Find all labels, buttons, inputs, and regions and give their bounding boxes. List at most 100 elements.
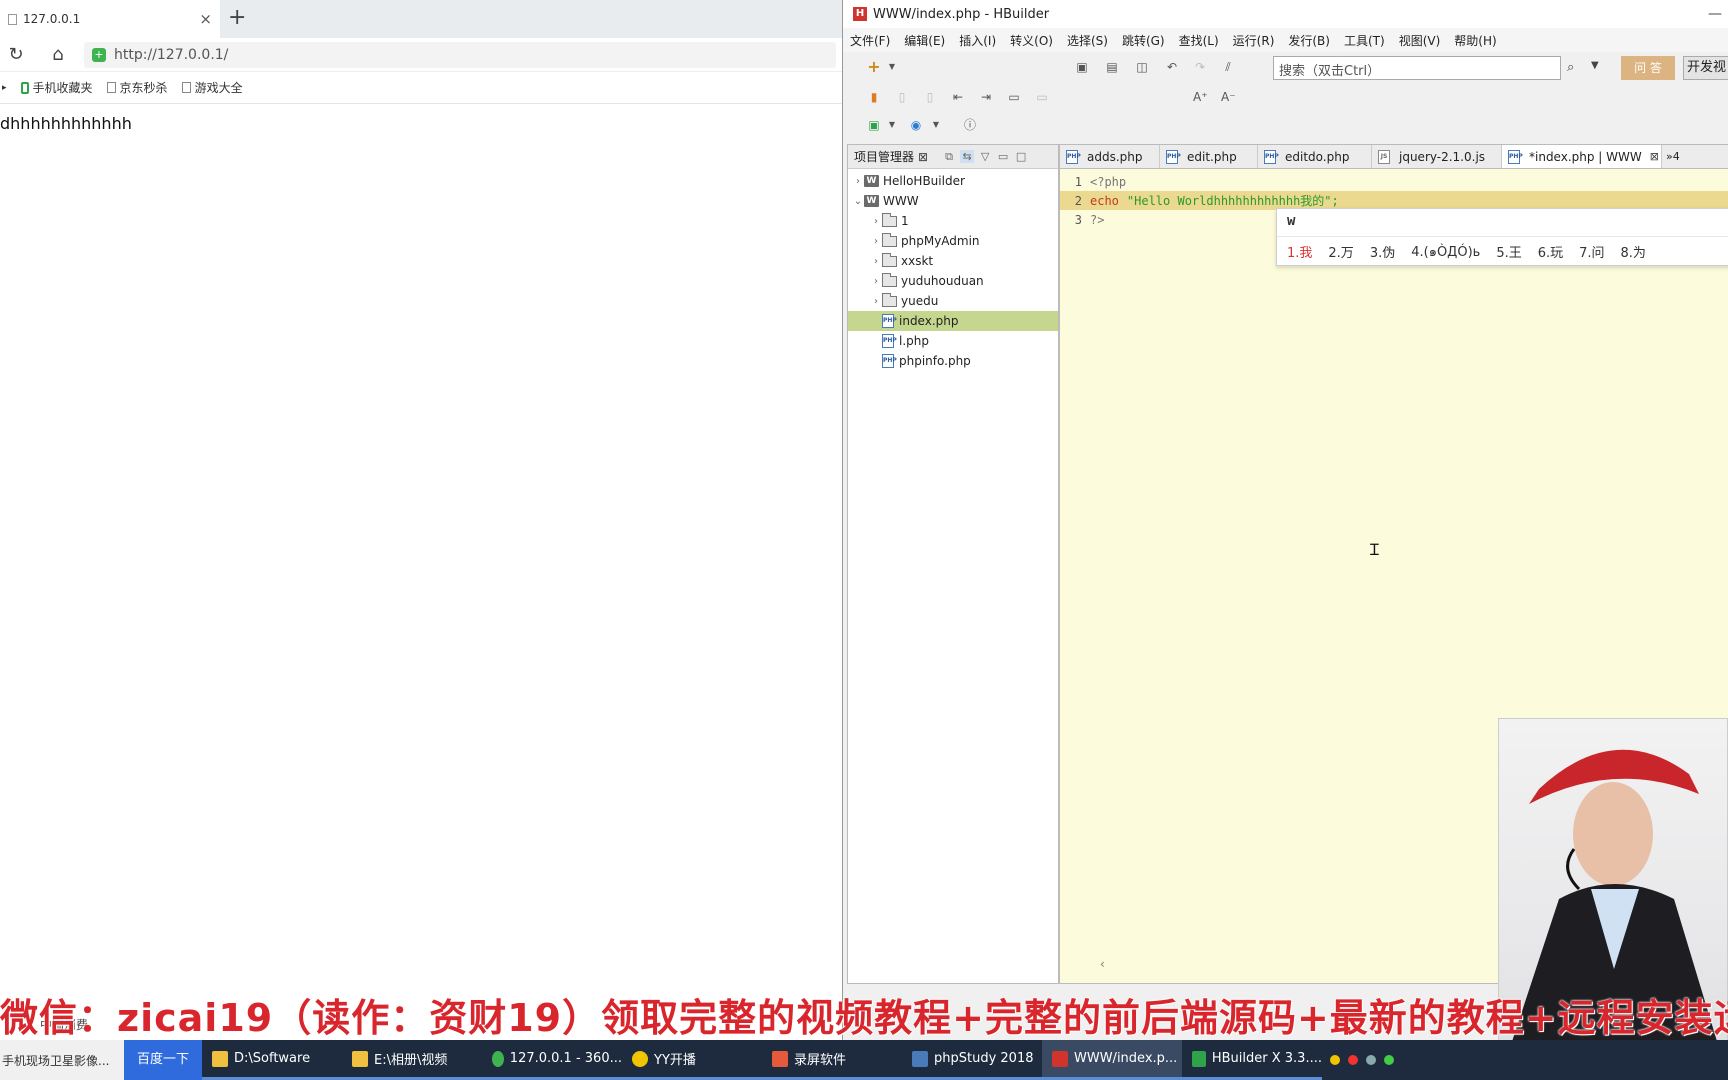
project-manager-title[interactable]: 项目管理器 [854,148,914,165]
view-menu-icon[interactable]: ▽ [978,150,992,163]
next-bookmark-icon[interactable]: ▯ [923,90,937,104]
menu-find[interactable]: 查找(L) [1179,32,1219,49]
ime-candidate[interactable]: 3.伪 [1370,242,1395,261]
chevron-right-icon[interactable]: › [870,296,882,307]
bookmark-icon[interactable]: ▮ [867,90,881,104]
search-icon[interactable]: ⌕ [1567,60,1574,75]
tree-item-folder-1[interactable]: › 1 [848,211,1058,231]
menu-select[interactable]: 选择(S) [1067,32,1108,49]
tray-icon[interactable] [1384,1055,1394,1065]
tree-item-yuduhouduan[interactable]: › yuduhouduan [848,271,1058,291]
tab-jquery-js[interactable]: JS jquery-2.1.0.js [1372,145,1502,168]
menu-tools[interactable]: 工具(T) [1344,32,1385,49]
dev-view-button[interactable]: 开发视 [1683,56,1728,80]
indent-left-icon[interactable]: ⇤ [951,90,965,104]
search-dropdown-icon[interactable]: ▼ [1591,60,1599,71]
browser-tab[interactable]: 127.0.0.1 × [0,0,220,38]
chevron-right-icon[interactable]: › [870,216,882,227]
tray-icon[interactable] [1366,1055,1376,1065]
dropdown-icon[interactable]: ▼ [929,118,943,132]
taskbar-item[interactable]: 录屏软件 [762,1040,902,1080]
indent-right-icon[interactable]: ⇥ [979,90,993,104]
tree-item-www[interactable]: ⌄ W WWW [848,191,1058,211]
menu-escape[interactable]: 转义(O) [1010,32,1053,49]
taskbar-search-input[interactable]: 手机现场卫星影像... [0,1040,124,1080]
menu-help[interactable]: 帮助(H) [1454,32,1496,49]
taskbar-item[interactable]: D:\Software [202,1040,342,1080]
tree-item-yuedu[interactable]: › yuedu [848,291,1058,311]
browser-preview-icon[interactable]: ◉ [909,118,923,132]
tab-close-icon[interactable]: × [199,10,212,28]
uncomment-icon[interactable]: ▭ [1035,90,1049,104]
menu-insert[interactable]: 插入(I) [959,32,996,49]
menu-run[interactable]: 运行(R) [1233,32,1275,49]
chevron-down-icon[interactable]: ⌄ [852,196,864,207]
menu-publish[interactable]: 发行(B) [1288,32,1330,49]
tab-adds-php[interactable]: PHP adds.php [1060,145,1160,168]
chevron-right-icon[interactable]: › [870,256,882,267]
tab-index-php[interactable]: PHP *index.php | WWW ⊠ [1502,145,1662,168]
format-icon[interactable]: ⫽ [1221,60,1235,74]
ime-candidate[interactable]: 7.问 [1579,242,1604,261]
revert-icon[interactable]: ◫ [1135,60,1149,74]
ime-candidate[interactable]: 5.王 [1496,242,1521,261]
tab-edit-php[interactable]: PHP edit.php [1160,145,1258,168]
menu-view[interactable]: 视图(V) [1399,32,1441,49]
comment-icon[interactable]: ▭ [1007,90,1021,104]
reload-icon[interactable]: ↻ [6,44,26,65]
horizontal-scrollbar[interactable]: ‹ [1098,957,1498,975]
ime-candidate[interactable]: 1.我 [1287,242,1312,261]
redo-icon[interactable]: ↷ [1193,60,1207,74]
dropdown-icon[interactable]: ▼ [885,118,899,132]
collapse-all-icon[interactable]: ⧉ [942,150,956,164]
taskbar-item-active[interactable]: WWW/index.p... [1042,1040,1182,1080]
url-field[interactable]: + http://127.0.0.1/ [84,41,836,68]
maximize-icon[interactable]: □ [1014,150,1028,163]
bookmark-item[interactable]: 京东秒杀 [106,79,168,96]
taskbar-item[interactable]: YY开播 [622,1040,762,1080]
taskbar-item[interactable]: 127.0.0.1 - 360... [482,1040,622,1080]
tray-icon[interactable] [1348,1055,1358,1065]
baidu-search-button[interactable]: 百度一下 [124,1040,202,1080]
bookmark-item[interactable]: 游戏大全 [181,79,243,96]
font-decrease-icon[interactable]: A⁻ [1221,90,1236,104]
tree-item-phpinfo-php[interactable]: PHP phpinfo.php [848,351,1058,371]
search-input[interactable]: 搜索（双击Ctrl） [1273,56,1561,80]
ime-candidate[interactable]: 6.玩 [1538,242,1563,261]
tree-item-phpmyadmin[interactable]: › phpMyAdmin [848,231,1058,251]
taskbar-item[interactable]: E:\相册\视频 [342,1040,482,1080]
home-icon[interactable]: ⌂ [48,44,68,65]
menu-file[interactable]: 文件(F) [850,32,890,49]
save-all-icon[interactable]: ▤ [1105,60,1119,74]
minimize-icon[interactable]: — [1708,6,1722,22]
menu-goto[interactable]: 跳转(G) [1122,32,1165,49]
ime-candidate[interactable]: 2.万 [1328,242,1353,261]
bookmarks-chevron-icon[interactable]: ▸ [2,83,7,93]
ime-candidate[interactable]: 8.为 [1621,242,1646,261]
ime-candidate[interactable]: 4.(๑ÒДÓ)ь [1411,241,1480,262]
taskbar-item[interactable]: phpStudy 2018 [902,1040,1042,1080]
new-icon[interactable]: + [867,59,881,75]
link-editor-icon[interactable]: ⇆ [960,150,975,163]
tree-item-index-php[interactable]: PHP index.php [848,311,1058,331]
chevron-right-icon[interactable]: › [870,276,882,287]
close-icon[interactable]: ⊠ [1650,150,1659,163]
bookmark-item[interactable]: 手机收藏夹 [20,79,93,96]
dropdown-icon[interactable]: ▼ [885,60,899,74]
new-project-icon[interactable]: ▣ [867,118,881,132]
tray-icon[interactable] [1330,1055,1340,1065]
chevron-right-icon[interactable]: › [852,176,864,187]
taskbar-item[interactable]: HBuilder X 3.3.... [1182,1040,1322,1080]
qa-button[interactable]: 问 答 [1621,56,1675,80]
info-icon[interactable]: ⓘ [963,118,977,132]
new-tab-button[interactable]: + [228,6,246,30]
undo-icon[interactable]: ↶ [1165,60,1179,74]
save-icon[interactable]: ▣ [1075,60,1089,74]
minimize-icon[interactable]: ▭ [996,150,1010,163]
font-increase-icon[interactable]: A⁺ [1193,90,1208,104]
tabs-overflow[interactable]: »4 [1662,145,1684,168]
tab-editdo-php[interactable]: PHP editdo.php [1258,145,1372,168]
tree-item-hellohbuilder[interactable]: › W HelloHBuilder [848,171,1058,191]
menu-edit[interactable]: 编辑(E) [904,32,945,49]
close-icon[interactable]: ⊠ [918,150,928,164]
